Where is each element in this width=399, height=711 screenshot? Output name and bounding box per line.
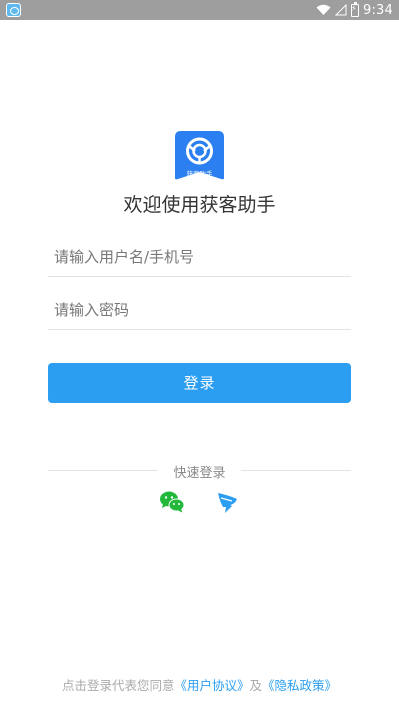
wifi-icon — [316, 4, 331, 15]
quick-login-label: 快速登录 — [173, 466, 226, 481]
agreement-text: 点击登录代表您同意《用户协议》及《隐私政策》 — [0, 675, 399, 694]
login-button[interactable]: 登录 — [48, 363, 351, 403]
agreement-connector: 及 — [249, 678, 263, 693]
password-input[interactable] — [48, 290, 351, 329]
app-notification-icon — [6, 3, 21, 17]
username-input[interactable] — [48, 237, 351, 276]
battery-charging-icon — [351, 1, 359, 17]
status-bar: 9:34 — [0, 0, 399, 20]
dingtalk-icon[interactable] — [215, 490, 241, 514]
password-field-wrapper — [48, 290, 351, 330]
status-time: 9:34 — [363, 2, 393, 18]
wechat-icon[interactable] — [159, 490, 185, 514]
welcome-title: 欢迎使用获客助手 — [123, 194, 276, 216]
status-icons: 9:34 — [312, 0, 393, 20]
user-agreement-link[interactable]: 《用户协议》 — [174, 678, 249, 693]
agreement-prefix: 点击登录代表您同意 — [61, 678, 175, 693]
logo-text: 获客助手 — [187, 169, 214, 178]
username-field-wrapper — [48, 237, 351, 277]
login-screen: 9:34 获客助手 欢迎使用获客助手 登录 快速登录 点击登录代表您同意《用户 — [0, 0, 399, 711]
privacy-policy-link[interactable]: 《隐私政策》 — [262, 678, 337, 693]
signal-icon — [335, 4, 347, 16]
app-logo-icon: 获客助手 — [175, 131, 224, 180]
